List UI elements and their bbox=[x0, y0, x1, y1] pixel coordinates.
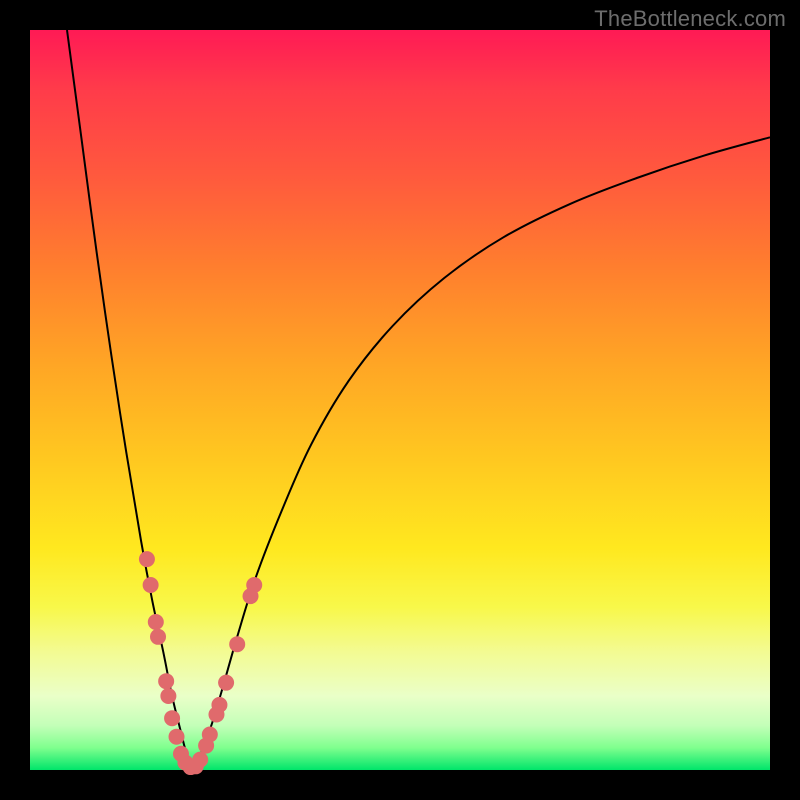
curve-left-branch bbox=[67, 30, 193, 770]
scatter-dot bbox=[150, 629, 166, 645]
scatter-dot bbox=[192, 752, 208, 768]
scatter-dot bbox=[218, 675, 234, 691]
scatter-dot bbox=[246, 577, 262, 593]
plot-area bbox=[30, 30, 770, 770]
watermark-text: TheBottleneck.com bbox=[594, 6, 786, 32]
scatter-dot bbox=[139, 551, 155, 567]
scatter-dot bbox=[164, 710, 180, 726]
curve-right-branch bbox=[193, 137, 770, 770]
scatter-dot bbox=[148, 614, 164, 630]
scatter-dot bbox=[202, 726, 218, 742]
scatter-dot bbox=[160, 688, 176, 704]
scatter-dot bbox=[229, 636, 245, 652]
chart-svg bbox=[30, 30, 770, 770]
scatter-dot bbox=[211, 697, 227, 713]
scatter-dot bbox=[158, 673, 174, 689]
scatter-dot bbox=[169, 729, 185, 745]
scatter-dots bbox=[139, 551, 262, 775]
scatter-dot bbox=[143, 577, 159, 593]
